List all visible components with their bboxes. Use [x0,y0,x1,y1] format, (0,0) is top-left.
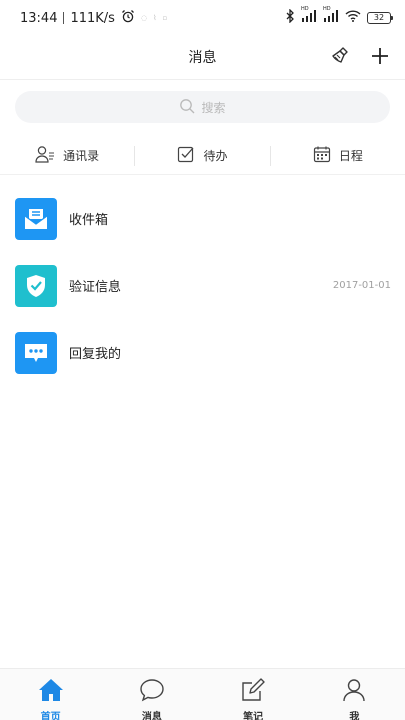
message-list: 收件箱 验证信息 2017-01-01 回复我的 [0,185,405,386]
nav-messages-label: 消息 [141,712,162,720]
quick-tabs: 通讯录 待办 日程 [0,137,405,175]
alarm-icon [121,9,135,27]
bluetooth-icon [285,8,295,27]
person-icon [342,678,366,706]
message-icon [139,678,165,706]
verification-label: 验证信息 [69,280,122,295]
nav-home-label: 首页 [40,712,61,720]
battery-indicator: 32 [367,12,393,24]
note-edit-icon [241,678,265,706]
tab-todo[interactable]: 待办 [134,145,269,166]
search-placeholder: 搜索 [201,100,226,115]
calendar-icon [313,145,331,166]
contacts-icon [35,145,55,166]
list-item-inbox[interactable]: 收件箱 [0,185,405,252]
tab-schedule[interactable]: 日程 [269,145,405,166]
tab-schedule-label: 日程 [338,149,363,163]
header: 消息 [0,36,405,80]
list-item-verification[interactable]: 验证信息 2017-01-01 [0,252,405,319]
status-speed: 111K/s [70,10,115,26]
status-bar: 13:44 111K/s ◌ ⌇ ▫ HD HD 32 [0,0,405,36]
plus-icon [370,46,390,70]
nav-notes-label: 笔记 [243,712,264,720]
notification-icon-1: ◌ [140,14,148,22]
nav-home[interactable]: 首页 [0,669,101,720]
chat-bubble-icon [15,331,57,374]
inbox-icon [15,197,57,240]
replies-label: 回复我的 [69,347,122,362]
wifi-icon [345,10,361,26]
search-icon [179,98,195,117]
nav-me-label: 我 [349,712,360,720]
signal-icon-2: HD [323,6,339,26]
status-separator [63,12,65,24]
status-time: 13:44 [20,10,58,26]
bottom-nav: 首页 消息 笔记 我 [0,668,405,720]
status-bar-right: HD HD 32 [285,6,393,27]
tab-contacts[interactable]: 通讯录 [0,146,134,166]
list-item-replies[interactable]: 回复我的 [0,319,405,386]
tab-contacts-label: 通讯录 [63,149,100,163]
add-button[interactable] [365,43,395,73]
verification-time: 2017-01-01 [332,280,391,291]
home-icon [38,678,64,706]
notification-icon-2: ⌇ [153,14,157,22]
broom-icon [329,45,351,71]
tab-todo-label: 待办 [203,149,228,163]
search-input[interactable]: 搜索 [15,91,390,123]
checkbox-icon [177,145,195,166]
status-bar-left: 13:44 111K/s ◌ ⌇ ▫ [20,9,167,27]
nav-messages[interactable]: 消息 [101,669,202,720]
signal-icon-1: HD [301,6,317,26]
shield-check-icon [15,264,57,307]
inbox-label: 收件箱 [69,213,109,228]
nav-notes[interactable]: 笔记 [203,669,304,720]
clear-unread-button[interactable] [325,43,355,73]
nav-me[interactable]: 我 [304,669,405,720]
notification-icon-3: ▫ [162,14,168,22]
